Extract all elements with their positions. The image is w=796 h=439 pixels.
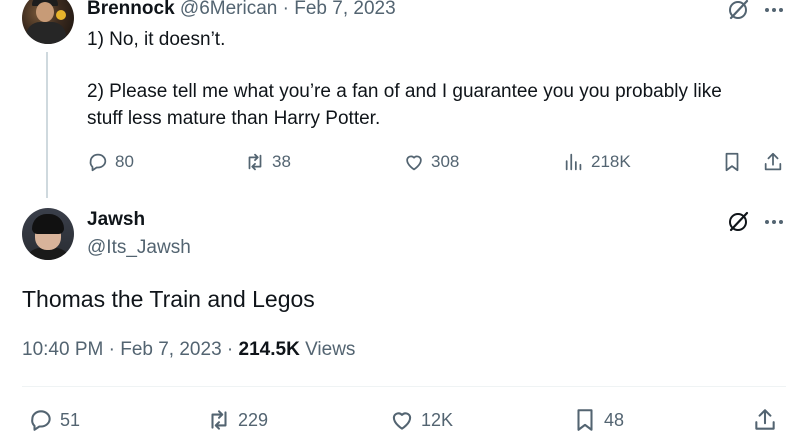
reply-header: Brennock @6Merican · Feb 7, 2023 [87, 0, 396, 20]
retweet-icon [211, 410, 227, 430]
views-label: Views [305, 339, 356, 360]
separator-dot: · [226, 339, 234, 360]
avatar-hair [32, 214, 64, 234]
avatar[interactable] [22, 208, 74, 260]
like-button[interactable]: 308 [403, 150, 459, 174]
reply-tweet[interactable]: Brennock @6Merican · Feb 7, 2023 1) No, … [0, 0, 796, 198]
grok-icon[interactable] [727, 210, 751, 234]
avatar[interactable] [22, 0, 74, 44]
bookmark-icon [577, 409, 593, 431]
like-icon [392, 412, 412, 430]
like-count: 308 [431, 152, 460, 171]
avatar-accent [56, 10, 66, 20]
reply-count: 51 [60, 409, 81, 430]
separator-dot: · [108, 339, 115, 360]
reply-icon [31, 410, 51, 431]
retweet-button[interactable]: 229 [206, 406, 268, 434]
tweet-date[interactable]: Feb 7, 2023 [294, 0, 395, 19]
avatar-body [26, 22, 66, 44]
share-icon [764, 152, 782, 171]
retweet-count: 229 [238, 409, 269, 430]
reply-button[interactable]: 51 [28, 406, 80, 434]
grok-icon[interactable] [727, 0, 751, 22]
separator-dot: · [282, 0, 289, 19]
reply-text-line-1: 1) No, it doesn’t. [87, 29, 226, 50]
retweet-icon [248, 153, 262, 171]
share-icon [755, 409, 775, 430]
bookmark-button[interactable] [721, 150, 743, 174]
bookmark-button[interactable]: 48 [572, 406, 624, 434]
like-count: 12K [421, 409, 454, 430]
retweet-count: 38 [272, 152, 291, 171]
views-icon [565, 153, 582, 171]
retweet-button[interactable]: 38 [244, 150, 291, 174]
author-handle[interactable]: @Its_Jawsh [87, 236, 191, 260]
tweet-date[interactable]: Feb 7, 2023 [120, 339, 221, 360]
views-count: 218K [591, 152, 631, 171]
views-count: 214.5K [238, 339, 300, 360]
more-icon[interactable] [762, 0, 786, 22]
like-button[interactable]: 12K [389, 406, 453, 434]
like-icon [406, 155, 422, 171]
thread-line [46, 52, 48, 198]
divider [22, 386, 786, 387]
bookmark-icon [725, 152, 739, 172]
author-name[interactable]: Brennock [87, 0, 175, 19]
tweet-time[interactable]: 10:40 PM [22, 339, 103, 360]
more-icon[interactable] [762, 210, 786, 234]
bookmark-count: 48 [604, 409, 625, 430]
author-name[interactable]: Jawsh [87, 208, 145, 232]
share-button[interactable] [762, 150, 784, 174]
author-handle[interactable]: @6Merican [180, 0, 277, 19]
share-button[interactable] [752, 406, 778, 434]
views-button[interactable]: 218K [563, 150, 631, 174]
reply-count: 80 [115, 152, 134, 171]
tweet-text: Thomas the Train and Legos [22, 286, 315, 312]
avatar-face [36, 2, 54, 22]
reply-button[interactable]: 80 [87, 150, 134, 174]
reply-text-line-3: stuff less mature than Harry Potter. [87, 108, 381, 129]
reply-icon [89, 153, 107, 172]
tweet-meta: 10:40 PM · Feb 7, 2023 · 214.5K Views [22, 338, 355, 362]
reply-text-line-2: 2) Please tell me what you’re a fan of a… [87, 81, 722, 102]
